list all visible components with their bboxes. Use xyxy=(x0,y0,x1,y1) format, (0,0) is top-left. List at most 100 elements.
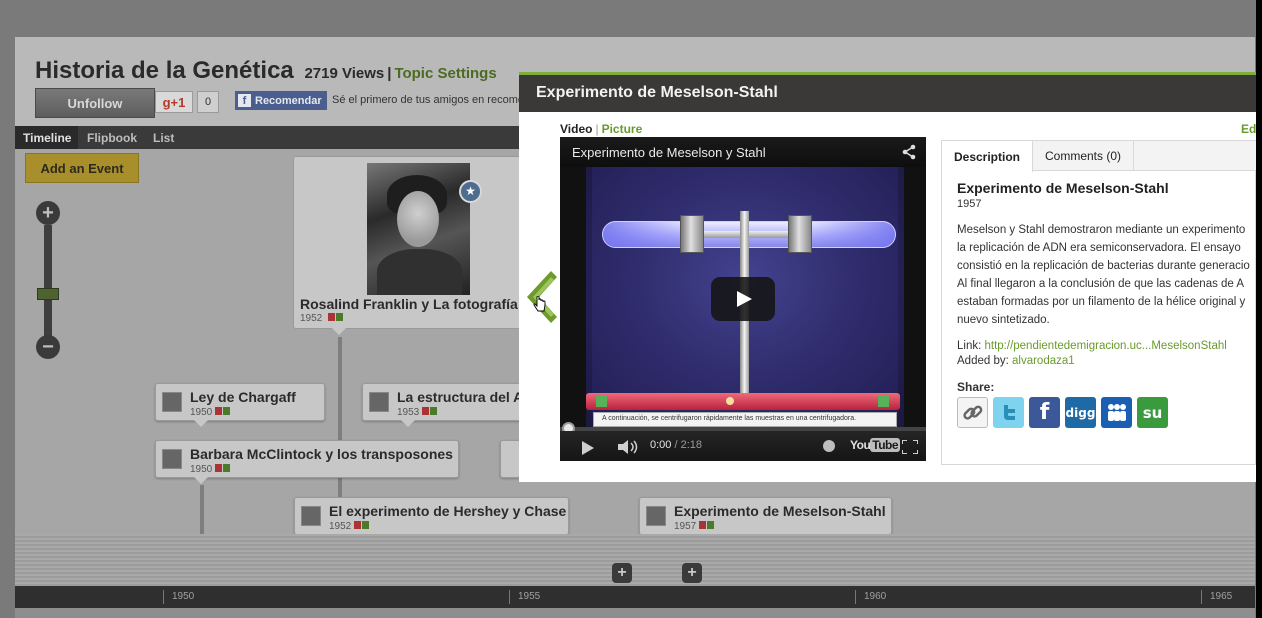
zoom-in-button[interactable]: + xyxy=(36,201,60,225)
watch-later-icon[interactable] xyxy=(823,440,835,452)
unfollow-button[interactable]: Unfollow xyxy=(35,88,155,118)
video-title[interactable]: Experimento de Meselson y Stahl xyxy=(572,145,766,160)
event-card[interactable]: El experimento de Hershey y Chase 1952 xyxy=(294,497,569,541)
event-description: Meselson y Stahl demostraron mediante un… xyxy=(957,224,1250,326)
tab-comments[interactable]: Comments (0) xyxy=(1033,141,1134,171)
play-button[interactable] xyxy=(711,277,775,321)
star-icon[interactable]: ★ xyxy=(459,180,482,203)
zoom-slider-track[interactable] xyxy=(44,225,52,345)
event-title: Rosalind Franklin y La fotografía xyxy=(300,296,518,312)
event-year: 1950 xyxy=(190,407,231,418)
featured-event-card[interactable]: Rosalind Franklin y La fotografía 1952 xyxy=(293,156,553,335)
play-icon[interactable] xyxy=(582,441,594,455)
google-plus-button[interactable]: g+1 xyxy=(155,91,193,113)
embedded-player-bar xyxy=(586,393,900,410)
event-year: 1952 xyxy=(329,521,370,532)
description-content: Experimento de Meselson-Stahl 1957 Mesel… xyxy=(957,180,1255,428)
digg-icon[interactable]: digg xyxy=(1065,397,1096,428)
event-year: 1957 xyxy=(957,198,982,210)
event-info-panel: Description Comments (0) Experimento de … xyxy=(941,140,1257,465)
timeline-scrollbar[interactable] xyxy=(15,608,1255,618)
event-card[interactable]: La estructura del A 1953 xyxy=(362,383,524,427)
facebook-recommend-button[interactable]: f Recomendar xyxy=(235,91,327,110)
vote-icons[interactable] xyxy=(215,464,231,475)
add-marker-button[interactable]: + xyxy=(682,563,702,583)
vote-icons[interactable] xyxy=(699,521,715,532)
event-title: Experimento de Meselson-Stahl xyxy=(957,180,1169,196)
event-title: Ley de Chargaff xyxy=(190,389,296,405)
event-thumbnail xyxy=(162,392,182,412)
event-detail-modal: Experimento de Meselson-Stahl Video | Pict… xyxy=(519,72,1257,482)
event-card-selected[interactable]: Experimento de Meselson-Stahl 1957 xyxy=(639,497,892,541)
video-player[interactable]: A continuación, se centrifugaron rápidam… xyxy=(560,137,926,461)
axis-tick-label: 1950 xyxy=(163,590,194,604)
author-link[interactable]: alvarodaza1 xyxy=(1012,355,1075,367)
edit-link[interactable]: Ed xyxy=(1241,122,1256,136)
event-title: La estructura del A xyxy=(397,389,524,405)
event-title: Experimento de Meselson-Stahl xyxy=(674,503,886,519)
window-edge xyxy=(1256,0,1262,618)
axis-tick-label: 1960 xyxy=(855,590,886,604)
axis-tick-label: 1965 xyxy=(1201,590,1232,604)
event-thumbnail xyxy=(646,506,666,526)
hand-cursor-icon xyxy=(533,296,546,312)
fullscreen-icon[interactable] xyxy=(902,440,918,454)
event-thumbnail xyxy=(301,506,321,526)
video-controls: 0:00 / 2:18 You Tube xyxy=(560,431,926,461)
tab-video[interactable]: Video xyxy=(560,122,592,136)
timeline-density-band xyxy=(15,534,1255,586)
share-icon[interactable] xyxy=(901,144,917,160)
event-card[interactable]: Barbara McClintock y los transposones 19… xyxy=(155,440,459,484)
timeline-axis[interactable]: 1950 1955 1960 1965 xyxy=(15,586,1255,608)
video-title-bar: Experimento de Meselson y Stahl xyxy=(560,137,926,167)
share-buttons: f digg su xyxy=(957,397,1255,428)
twitter-icon[interactable] xyxy=(993,397,1024,428)
tab-list[interactable]: List xyxy=(153,126,174,149)
event-card[interactable]: Ley de Chargaff 1950 xyxy=(155,383,325,427)
axis-tick-label: 1955 xyxy=(509,590,540,604)
stumbleupon-icon[interactable]: su xyxy=(1137,397,1168,428)
google-plus-count: 0 xyxy=(197,91,219,113)
myspace-icon[interactable] xyxy=(1101,397,1132,428)
share-label: Share: xyxy=(957,380,995,394)
modal-header: Experimento de Meselson-Stahl xyxy=(519,75,1256,112)
event-card-partial[interactable] xyxy=(500,440,520,478)
zoom-slider-handle[interactable] xyxy=(37,288,59,300)
event-thumbnail xyxy=(162,449,182,469)
facebook-social-text: Sé el primero de tus amigos en recome xyxy=(332,94,524,106)
topic-settings-link[interactable]: Topic Settings xyxy=(394,65,496,82)
youtube-logo[interactable]: You Tube xyxy=(850,438,901,452)
event-year: 1950 xyxy=(190,464,231,475)
zoom-out-button[interactable]: − xyxy=(36,335,60,359)
vote-icons[interactable] xyxy=(215,407,231,418)
tab-flipbook[interactable]: Flipbook xyxy=(87,126,137,149)
event-year: 1953 xyxy=(397,407,438,418)
vote-icons[interactable] xyxy=(422,407,438,418)
link-icon[interactable] xyxy=(957,397,988,428)
tab-timeline[interactable]: Timeline xyxy=(15,126,78,149)
facebook-icon: f xyxy=(238,94,251,107)
event-year: 1957 xyxy=(674,521,715,532)
add-event-button[interactable]: Add an Event xyxy=(25,153,139,183)
tab-picture[interactable]: Picture xyxy=(602,122,643,136)
tab-description[interactable]: Description xyxy=(942,141,1033,172)
modal-title: Experimento de Meselson-Stahl xyxy=(536,84,778,101)
volume-icon[interactable] xyxy=(618,440,640,454)
event-thumbnail xyxy=(369,392,389,412)
event-year: 1952 xyxy=(300,313,344,324)
add-marker-button[interactable]: + xyxy=(612,563,632,583)
video-caption: A continuación, se centrifugaron rápidam… xyxy=(593,412,897,427)
page-title: Historia de la Genética 2719 Views | Topic… xyxy=(35,57,497,84)
view-count: 2719 Views xyxy=(304,65,385,82)
vote-icons[interactable] xyxy=(328,313,344,324)
event-link: Link: http://pendientedemigracion.uc...M… xyxy=(957,340,1227,352)
event-title: El experimento de Hershey y Chase xyxy=(329,503,567,519)
event-title: Barbara McClintock y los transposones xyxy=(190,446,453,462)
panel-tabs: Description Comments (0) xyxy=(942,141,1257,172)
video-time: 0:00 / 2:18 xyxy=(650,439,702,451)
event-photo xyxy=(367,163,470,295)
vote-icons[interactable] xyxy=(354,521,370,532)
facebook-icon[interactable]: f xyxy=(1029,397,1060,428)
added-by: Added by: alvarodaza1 xyxy=(957,355,1075,367)
event-link-url[interactable]: http://pendientedemigracion.uc...Meselso… xyxy=(985,340,1227,352)
